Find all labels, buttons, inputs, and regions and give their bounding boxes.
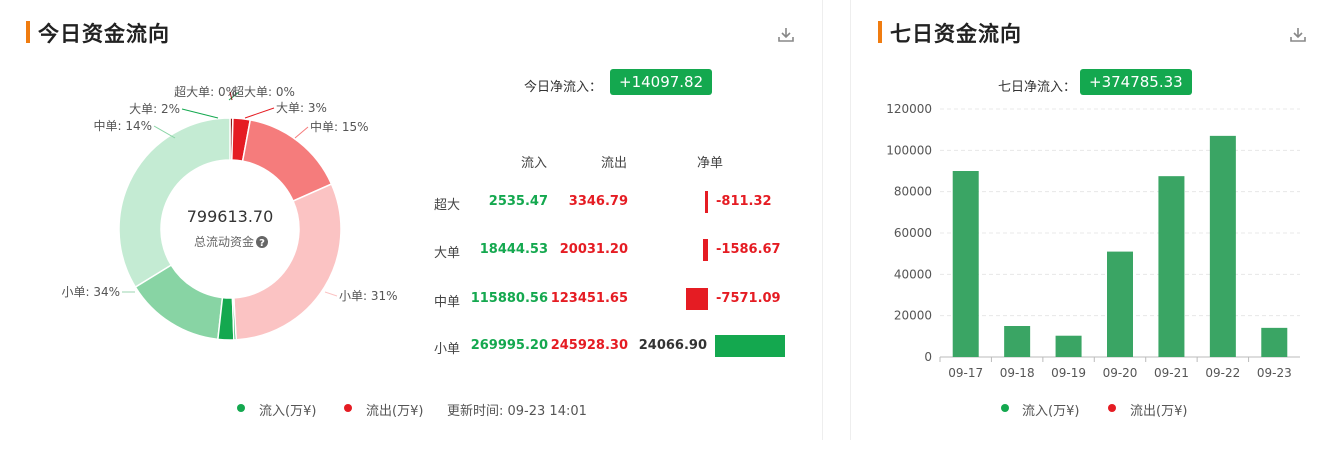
row-net-bar	[703, 239, 708, 261]
download-icon[interactable]	[776, 25, 796, 45]
donut-slice-label: 超大单: 0%	[174, 84, 237, 99]
bar[interactable]	[952, 171, 979, 357]
x-tick-label: 09-23	[1257, 366, 1292, 380]
download-icon-right[interactable]	[1288, 25, 1308, 45]
bar[interactable]	[1004, 326, 1031, 357]
y-tick-label: 0	[924, 350, 932, 364]
title-accent-bar-right	[878, 21, 882, 43]
panel-divider-2	[850, 0, 851, 440]
row-label: 超大	[434, 198, 461, 213]
bar[interactable]	[1055, 335, 1082, 357]
legend-outflow-right[interactable]: 流出(万¥)	[1130, 400, 1187, 419]
legend-outflow[interactable]: 流出(万¥)	[366, 400, 423, 419]
today-net-value: +14097.82	[610, 69, 713, 95]
header-outflow: 流出	[601, 156, 628, 171]
row-label: 中单	[434, 295, 461, 310]
legend-inflow-dot	[237, 404, 245, 412]
y-tick-label: 120000	[886, 102, 932, 116]
donut-label-line	[244, 107, 275, 119]
donut-center-value: 799613.70	[187, 207, 274, 226]
row-net-bar	[715, 335, 785, 357]
panel-divider	[822, 0, 823, 440]
row-net: -1586.67	[716, 242, 781, 257]
y-tick-label: 60000	[894, 226, 932, 240]
x-tick-label: 09-20	[1103, 366, 1138, 380]
row-outflow: 20031.20	[559, 242, 628, 257]
donut-slice[interactable]	[118, 117, 231, 289]
donut-label-line	[181, 108, 219, 119]
legend-inflow-right[interactable]: 流入(万¥)	[1022, 400, 1079, 419]
bar[interactable]	[1209, 135, 1236, 357]
week-net-label: 七日净流入：	[998, 80, 1077, 95]
y-tick-label: 20000	[894, 309, 932, 323]
y-tick-label: 40000	[894, 267, 932, 281]
donut-slice-label: 中单: 15%	[310, 119, 369, 134]
legend-inflow[interactable]: 流入(万¥)	[259, 400, 316, 419]
legend-inflow-dot-right	[1001, 404, 1009, 412]
bar[interactable]	[1261, 327, 1288, 357]
donut-slice-label: 中单: 14%	[93, 118, 152, 133]
update-time: 更新时间: 09-23 14:01	[447, 404, 587, 419]
donut-slice-label: 大单: 3%	[276, 101, 327, 115]
bar[interactable]	[1158, 176, 1185, 357]
row-label: 小单	[434, 342, 461, 357]
row-net-bar	[705, 191, 708, 213]
row-label: 大单	[434, 246, 461, 261]
row-net: -7571.09	[716, 291, 781, 306]
legend-outflow-dot	[344, 404, 352, 412]
donut-center-label: 总流动资金	[194, 234, 254, 249]
right-panel-title: 七日资金流向	[890, 22, 1022, 46]
row-outflow: 3346.79	[568, 194, 628, 209]
row-inflow: 269995.20	[470, 338, 548, 353]
row-net-bar	[685, 288, 708, 310]
donut-slice-label: 大单: 2%	[129, 102, 180, 116]
week-net-value: +374785.33	[1080, 69, 1192, 95]
week-bar-chart: 0 20000 40000 60000 80000 100000 120000 09-17 09…	[886, 102, 1300, 380]
y-tick-label: 100000	[886, 143, 932, 157]
row-net: 24066.90	[638, 338, 707, 353]
svg-text:?: ?	[259, 238, 265, 249]
help-icon[interactable]: ?	[256, 236, 268, 249]
bar[interactable]	[1107, 251, 1133, 357]
row-inflow: 2535.47	[488, 194, 548, 209]
header-inflow: 流入	[521, 156, 548, 171]
y-tick-label: 80000	[894, 185, 932, 199]
x-tick-label: 09-21	[1154, 366, 1189, 380]
row-inflow: 18444.53	[479, 242, 548, 257]
donut-slice-label: 小单: 31%	[339, 289, 398, 303]
title-accent-bar	[26, 21, 30, 43]
legend-outflow-dot-right	[1108, 404, 1116, 412]
donut-label-line	[324, 291, 338, 297]
today-net-label: 今日净流入：	[524, 80, 603, 95]
header-net: 净单	[697, 156, 724, 171]
x-tick-label: 09-17	[948, 366, 983, 380]
x-tick-label: 09-19	[1051, 366, 1086, 380]
x-tick-label: 09-18	[1000, 366, 1035, 380]
row-inflow: 115880.56	[470, 291, 548, 306]
row-outflow: 123451.65	[550, 291, 628, 306]
donut-label-line	[153, 125, 176, 139]
donut-slice-label: 小单: 34%	[61, 285, 120, 299]
donut-label-line	[294, 126, 309, 139]
row-net: -811.32	[716, 194, 772, 209]
donut-slice-label: 超大单: 0%	[232, 84, 295, 99]
today-donut-chart: 超大单: 0% 大单: 2% 中单: 14% 小单: 34% 小单: 31% 中单: 15…	[61, 84, 398, 341]
left-panel-title: 今日资金流向	[38, 22, 170, 46]
row-outflow: 245928.30	[550, 338, 628, 353]
x-tick-label: 09-22	[1205, 366, 1240, 380]
